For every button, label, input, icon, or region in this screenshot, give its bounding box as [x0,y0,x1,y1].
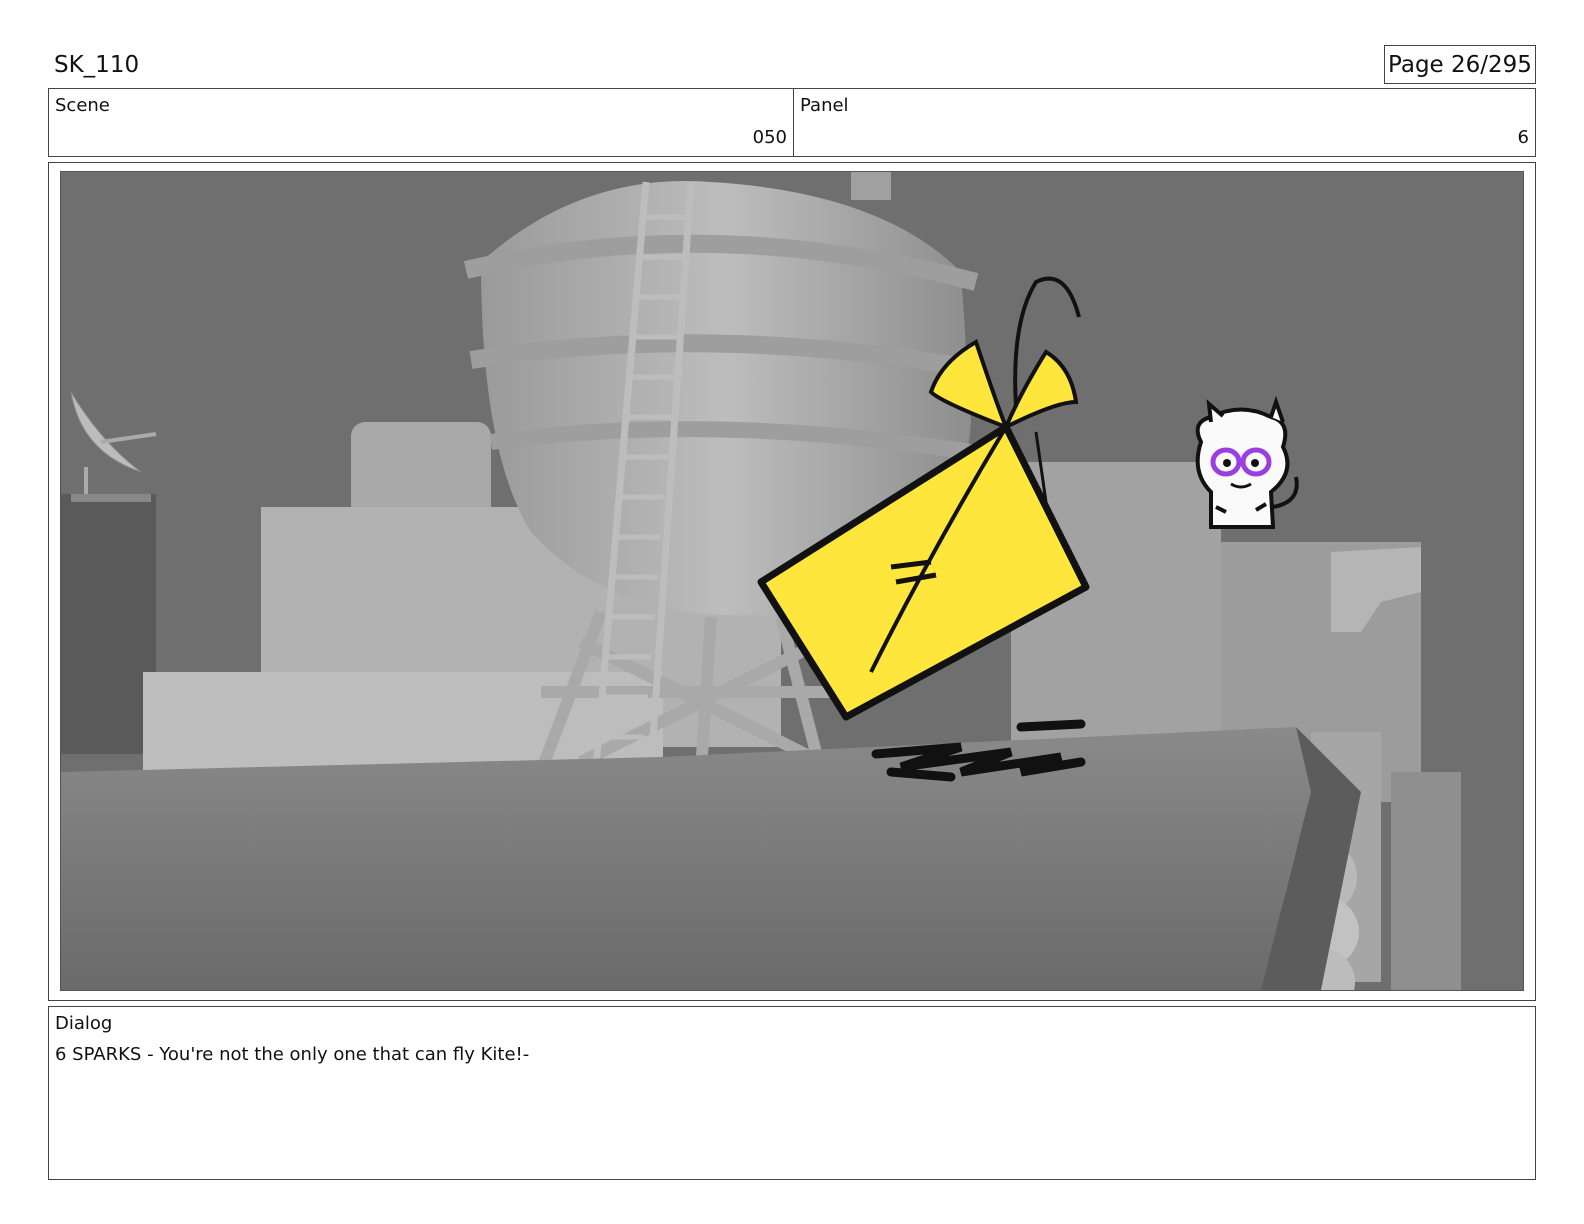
panel-cell: Panel 6 [794,89,1535,156]
scene-cell: Scene 050 [49,89,794,156]
panel-value: 6 [1517,127,1529,148]
panel-label: Panel [800,95,849,116]
sheet-title: SK_110 [54,52,140,78]
storyboard-frame [48,162,1536,1001]
dialog-text: 6 SPARKS - You're not the only one that … [55,1044,530,1065]
page-number: Page 26/295 [1384,45,1536,84]
scene-panel-row: Scene 050 Panel 6 [48,88,1536,157]
scene-value: 050 [752,127,787,148]
dialog-label: Dialog [55,1013,113,1034]
storyboard-image [60,171,1524,991]
scene-label: Scene [55,95,110,116]
dialog-box: Dialog 6 SPARKS - You're not the only on… [48,1006,1536,1180]
